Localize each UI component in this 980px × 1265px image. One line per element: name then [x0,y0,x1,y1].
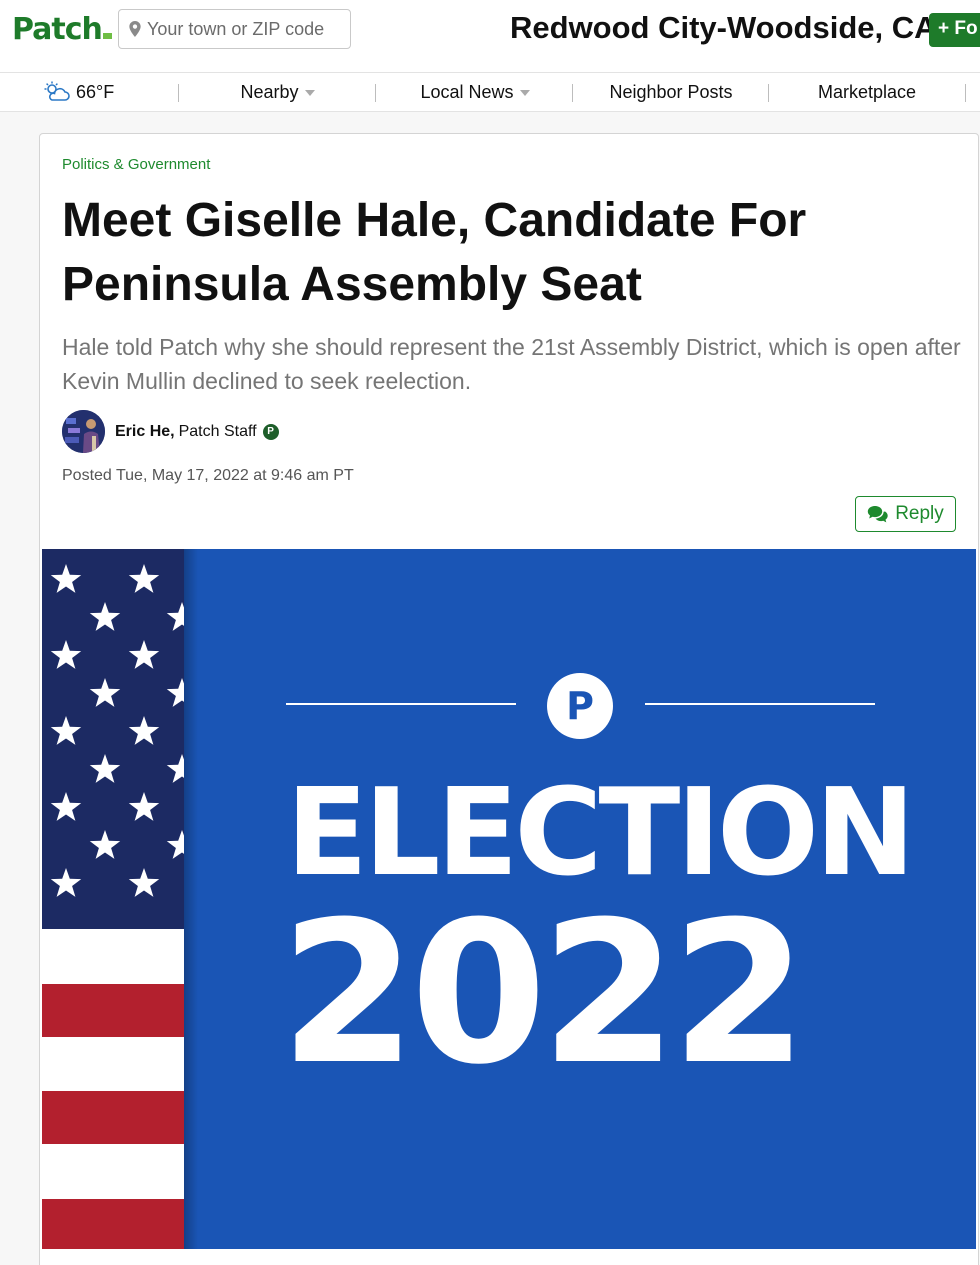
reply-button[interactable]: Reply [855,496,956,532]
nav-divider [178,84,179,102]
reply-label: Reply [895,503,944,524]
site-header: Patch Redwood City-Woodside, CA + Fo [0,0,980,72]
hero-rule-left [286,703,516,705]
nav-nearby-label: Nearby [240,81,299,102]
chevron-down-icon [304,90,315,96]
author-byline: Eric He, Patch Staff P [115,423,279,441]
town-title: Redwood City-Woodside, CA [510,10,937,45]
article-dek: Hale told Patch why she should represent… [62,334,961,394]
election-hero-image: P ELECTION 2022 [42,549,976,1249]
partly-cloudy-icon [44,81,70,101]
flag-shadow [184,549,198,1249]
article-card: Politics & Government Meet Giselle Hale,… [39,133,979,1265]
patch-logo[interactable]: Patch [12,12,112,47]
nav-local-news[interactable]: Local News [385,73,565,111]
nav-divider [768,84,769,102]
nav-neighbor-posts[interactable]: Neighbor Posts [582,73,760,111]
comments-icon [868,506,888,523]
nav-marketplace-label: Marketplace [817,81,917,102]
avatar-image [62,410,105,453]
location-search[interactable] [118,9,351,49]
chevron-down-icon [519,90,530,96]
weather-temp: 66°F [76,81,115,102]
main-nav: 66°F Nearby Local News Neighbor Posts Ma… [0,72,980,112]
article-category[interactable]: Politics & Government [62,156,210,173]
hero-year-text: 2022 [280,880,808,1108]
follow-button[interactable]: + Fo [929,13,980,47]
author-avatar[interactable] [62,410,105,453]
hero-rule-right [645,703,875,705]
article-headline: Meet Giselle Hale, Candidate For Peninsu… [62,194,807,311]
author-role: Patch Staff [178,423,257,440]
nav-divider [375,84,376,102]
american-flag-graphic [42,549,184,1249]
nav-marketplace[interactable]: Marketplace [778,73,956,111]
author-name[interactable]: Eric He, [115,423,175,441]
location-search-input[interactable] [147,18,347,40]
nav-divider [572,84,573,102]
nav-local-news-label: Local News [420,81,514,102]
patch-staff-badge-icon: P [262,424,279,440]
location-pin-icon [129,21,141,37]
nav-divider [965,84,966,102]
nav-nearby[interactable]: Nearby [190,73,365,111]
post-timestamp: Posted Tue, May 17, 2022 at 9:46 am PT [62,467,354,484]
weather-widget[interactable]: 66°F [44,73,154,111]
nav-neighbor-posts-label: Neighbor Posts [609,81,733,102]
patch-p-logo-icon: P [547,673,613,739]
